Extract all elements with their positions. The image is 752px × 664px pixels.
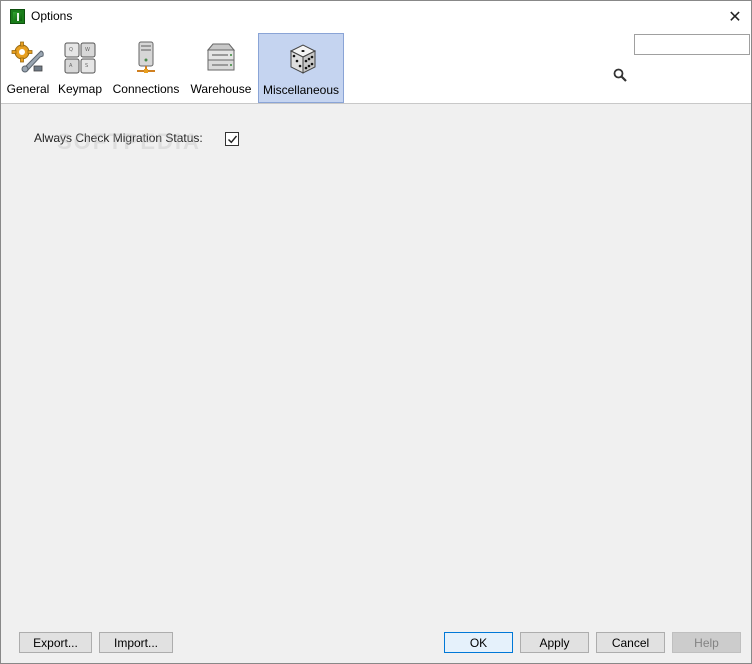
- svg-text:W: W: [85, 47, 90, 53]
- keyboard-keys-icon: Q W A S: [62, 40, 98, 76]
- tab-general-label: General: [6, 82, 50, 96]
- svg-text:Q: Q: [69, 47, 73, 53]
- tab-keymap-label: Keymap: [57, 82, 103, 96]
- window-title: Options: [31, 9, 73, 23]
- close-button[interactable]: ✕: [719, 1, 751, 32]
- storage-drive-icon: [203, 40, 239, 76]
- tab-miscellaneous-label: Miscellaneous: [262, 83, 340, 97]
- apply-button[interactable]: Apply: [520, 632, 589, 653]
- cancel-button[interactable]: Cancel: [596, 632, 665, 653]
- checkmark-icon: [228, 135, 238, 144]
- tab-miscellaneous[interactable]: Miscellaneous: [258, 33, 344, 103]
- svg-text:S: S: [85, 63, 88, 69]
- tab-keymap[interactable]: Q W A S Keymap: [56, 33, 104, 103]
- ok-button[interactable]: OK: [444, 632, 513, 653]
- options-dialog: Options ✕ General Q W A S Keymap Connect…: [0, 0, 752, 664]
- gears-wrench-icon: [10, 40, 46, 76]
- title-bar: Options ✕: [1, 1, 751, 32]
- search-icon: [613, 68, 627, 82]
- import-button[interactable]: Import...: [99, 632, 173, 653]
- tab-warehouse[interactable]: Warehouse: [188, 33, 254, 103]
- miscellaneous-panel: Always Check Migration Status: SOFTPEDIA: [1, 105, 751, 621]
- dice-icon: [283, 41, 319, 77]
- always-check-migration-status-checkbox[interactable]: [225, 132, 239, 146]
- export-button[interactable]: Export...: [19, 632, 92, 653]
- tab-connections-label: Connections: [112, 82, 180, 96]
- tab-warehouse-label: Warehouse: [190, 82, 252, 96]
- help-button: Help: [672, 632, 741, 653]
- server-network-icon: [128, 40, 164, 76]
- tab-general[interactable]: General: [5, 33, 51, 103]
- search-input[interactable]: [634, 34, 750, 55]
- always-check-migration-status-label: Always Check Migration Status:: [34, 131, 203, 145]
- tab-connections[interactable]: Connections: [109, 33, 183, 103]
- svg-text:A: A: [69, 63, 73, 69]
- app-logo-icon: [10, 9, 25, 24]
